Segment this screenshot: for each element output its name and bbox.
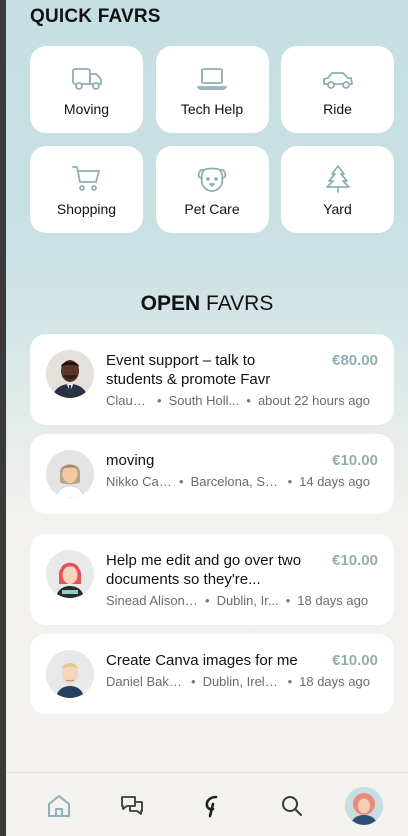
- profile-avatar[interactable]: [345, 787, 383, 825]
- truck-icon: [71, 68, 102, 90]
- shopping-cart-icon: [71, 166, 100, 191]
- quick-favr-shopping[interactable]: Shopping: [30, 146, 143, 233]
- search-icon: [282, 796, 302, 816]
- nav-messages[interactable]: [119, 793, 145, 819]
- separator-dot: •: [287, 474, 293, 489]
- favr-client: Claud...: [106, 393, 150, 408]
- favr-location: Dublin, Irela...: [202, 674, 281, 689]
- nav-favr[interactable]: [199, 793, 225, 819]
- separator-dot: •: [246, 393, 251, 408]
- favr-meta: Sinead Alison ... • Dublin, Ir... • 18 d…: [106, 593, 380, 608]
- favr-logo-icon: [205, 795, 218, 818]
- favr-client: Sinead Alison ...: [106, 593, 198, 608]
- favr-price: €80.00: [332, 352, 378, 369]
- favr-price: €10.00: [332, 652, 378, 669]
- open-favrs-title-light: FAVRS: [206, 292, 274, 315]
- quick-favr-ride[interactable]: Ride: [281, 46, 394, 133]
- quick-favr-moving[interactable]: Moving: [30, 46, 143, 133]
- laptop-icon: [197, 68, 227, 90]
- quick-favr-label: Ride: [323, 101, 352, 117]
- open-favr-card[interactable]: Event support – talk to students & promo…: [30, 334, 394, 425]
- open-favr-card[interactable]: moving €10.00 Nikko Cas... • Barcelona, …: [30, 434, 394, 514]
- favr-title: Event support – talk to students & promo…: [106, 352, 271, 388]
- favr-time: 18 days ago: [299, 674, 370, 689]
- quick-favr-yard[interactable]: Yard: [281, 146, 394, 233]
- separator-dot: •: [285, 593, 291, 608]
- quick-favr-label: Moving: [63, 101, 110, 117]
- bottom-nav: [6, 772, 408, 836]
- favr-price: €10.00: [332, 552, 378, 569]
- favr-meta: Nikko Cas... • Barcelona, Sp... • 14 day…: [106, 474, 380, 489]
- tree-icon: [325, 165, 350, 193]
- quick-favrs-title: QUICK FAVRS: [30, 6, 161, 27]
- favr-title: Create Canva images for me: [106, 652, 298, 669]
- separator-dot: •: [287, 674, 293, 689]
- avatar: [46, 550, 94, 598]
- favr-time: 18 days ago: [297, 593, 369, 608]
- separator-dot: •: [179, 474, 184, 489]
- open-favr-card[interactable]: Create Canva images for me €10.00 Daniel…: [30, 634, 394, 714]
- avatar: [46, 450, 94, 498]
- open-favr-card[interactable]: Help me edit and go over two documents s…: [30, 534, 394, 625]
- app-screen: QUICK FAVRS Moving Tech Help Ride Shoppi…: [6, 0, 408, 836]
- quick-favr-label: Shopping: [56, 201, 117, 217]
- avatar: [46, 650, 94, 698]
- home-icon: [48, 795, 70, 817]
- nav-home[interactable]: [46, 793, 72, 819]
- favr-meta: Claud... • South Holl... • about 22 hour…: [106, 393, 380, 408]
- favr-title: moving: [106, 452, 155, 469]
- favr-meta: Daniel Baka... • Dublin, Irela... • 18 d…: [106, 674, 380, 689]
- open-favrs-title: OPEN FAVRS: [6, 292, 408, 316]
- car-icon: [322, 72, 353, 89]
- nav-search[interactable]: [279, 793, 305, 819]
- avatar: [46, 350, 94, 398]
- quick-favr-pet-care[interactable]: Pet Care: [155, 146, 269, 233]
- quick-favr-label: Yard: [323, 201, 352, 217]
- chat-icon: [121, 796, 143, 815]
- favr-client: Nikko Cas...: [106, 474, 172, 489]
- open-favrs-title-strong: OPEN: [140, 292, 201, 315]
- favr-time: about 22 hours ago: [257, 393, 370, 408]
- favr-location: Dublin, Ir...: [216, 593, 279, 608]
- favr-price: €10.00: [332, 452, 378, 469]
- favr-location: Barcelona, Sp...: [190, 474, 281, 489]
- separator-dot: •: [191, 674, 196, 689]
- separator-dot: •: [157, 393, 162, 408]
- favr-client: Daniel Baka...: [106, 674, 184, 689]
- quick-favrs-grid: Moving Tech Help Ride Shopping Pet Care …: [30, 46, 394, 233]
- dog-icon: [197, 167, 227, 192]
- quick-favr-tech-help[interactable]: Tech Help: [155, 46, 269, 133]
- favr-title: Help me edit and go over two documents s…: [106, 552, 302, 588]
- quick-favr-label: Tech Help: [180, 101, 244, 117]
- quick-favr-label: Pet Care: [184, 201, 240, 217]
- favr-time: 14 days ago: [299, 474, 370, 489]
- favr-location: South Holl...: [168, 393, 240, 408]
- separator-dot: •: [205, 593, 210, 608]
